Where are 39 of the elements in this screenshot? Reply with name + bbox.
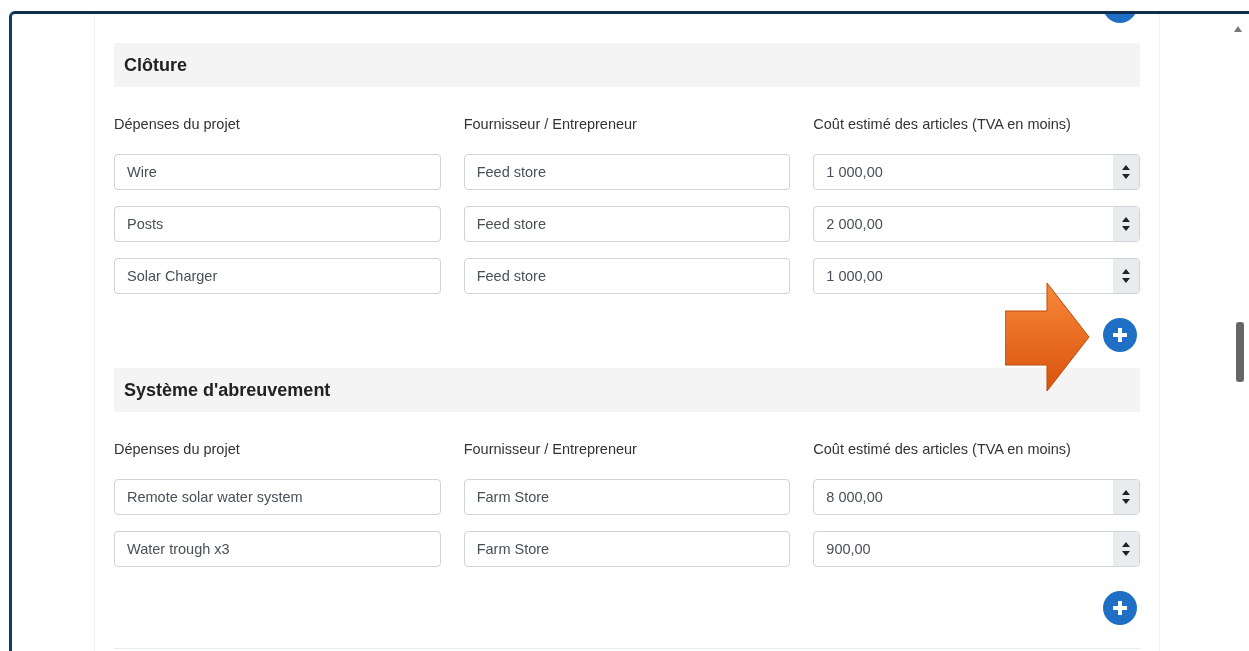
plus-icon xyxy=(1111,326,1129,344)
number-field[interactable]: 900,00 xyxy=(813,531,1140,567)
input-field[interactable]: Posts xyxy=(114,206,441,242)
number-field[interactable]: 8 000,00 xyxy=(813,479,1140,515)
spin-down-icon[interactable] xyxy=(1122,551,1130,556)
input-field[interactable]: Farm Store xyxy=(463,531,791,567)
number-field[interactable]: 1 000,00 xyxy=(813,154,1140,190)
column-label: Coût estimé des articles (TVA en moins) xyxy=(813,116,1072,132)
input-field[interactable]: Wire xyxy=(114,154,441,190)
spin-up-icon[interactable] xyxy=(1122,269,1130,274)
column-label: Dépenses du projet xyxy=(114,441,241,457)
scrollbar-thumb[interactable] xyxy=(1236,322,1244,382)
spin-up-icon[interactable] xyxy=(1122,217,1130,222)
spin-down-icon[interactable] xyxy=(1122,174,1130,179)
spin-down-icon[interactable] xyxy=(1122,226,1130,231)
spin-up-icon[interactable] xyxy=(1122,490,1130,495)
add-button[interactable] xyxy=(1103,318,1137,352)
number-field[interactable]: 2 000,00 xyxy=(813,206,1140,242)
column-label: Coût estimé des articles (TVA en moins) xyxy=(813,441,1072,457)
spin-up-icon[interactable] xyxy=(1122,542,1130,547)
add-button[interactable] xyxy=(1103,591,1137,625)
scroll-up-icon[interactable] xyxy=(1234,26,1242,32)
section-title: Système d'abreuvement xyxy=(114,368,1140,412)
input-field[interactable]: Solar Charger xyxy=(114,258,441,294)
number-field[interactable]: 1 000,00 xyxy=(813,258,1140,294)
spin-up-icon[interactable] xyxy=(1122,165,1130,170)
input-field[interactable]: Feed store xyxy=(463,154,791,190)
column-label: Dépenses du projet xyxy=(114,116,241,132)
input-field[interactable]: Feed store xyxy=(463,206,791,242)
spin-down-icon[interactable] xyxy=(1122,499,1130,504)
input-field[interactable]: Water trough x3 xyxy=(114,531,441,567)
input-field[interactable]: Remote solar water system xyxy=(114,479,441,515)
input-field[interactable]: Farm Store xyxy=(463,479,791,515)
section-title: Clôture xyxy=(114,43,1140,87)
column-label: Fournisseur / Entrepreneur xyxy=(463,441,638,457)
input-field[interactable]: Feed store xyxy=(463,258,791,294)
plus-icon xyxy=(1111,599,1129,617)
column-label: Fournisseur / Entrepreneur xyxy=(463,116,638,132)
spin-down-icon[interactable] xyxy=(1122,278,1130,283)
